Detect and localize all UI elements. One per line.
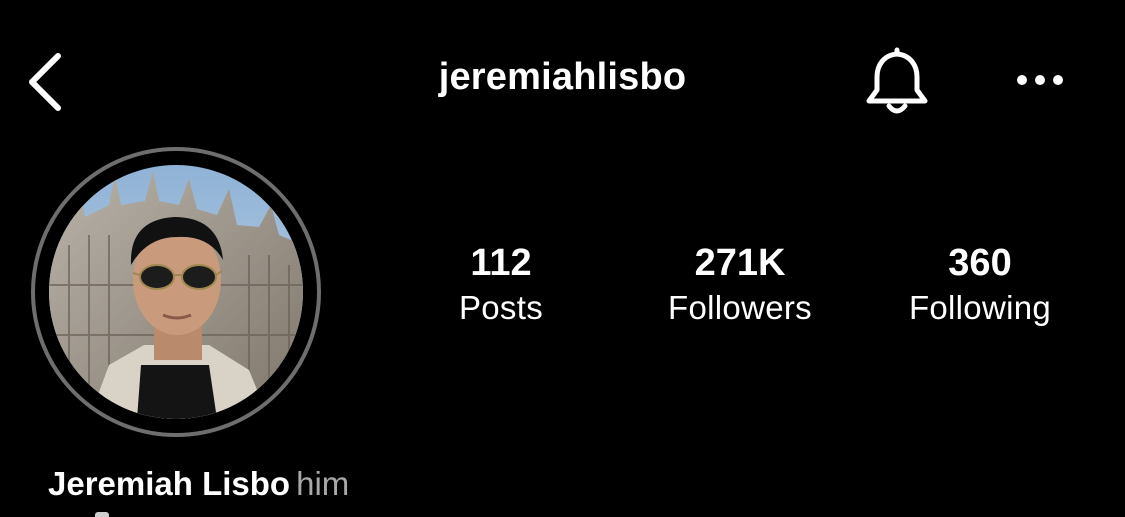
display-name: Jeremiah Lisbo <box>48 465 291 502</box>
profile-username: jeremiahlisbo <box>438 56 687 98</box>
following-label: Following <box>908 289 1052 326</box>
bell-icon <box>866 47 928 114</box>
followers-stat[interactable]: 271K Followers <box>620 240 860 330</box>
posts-stat[interactable]: 112 Posts <box>381 240 621 330</box>
profile-header: jeremiahlisbo <box>0 0 1125 160</box>
profile-photo <box>49 165 303 419</box>
posts-label: Posts <box>458 289 544 326</box>
pronouns: him <box>296 465 350 502</box>
posts-count: 112 <box>470 242 532 284</box>
more-options-button[interactable] <box>1008 58 1072 102</box>
following-stat[interactable]: 360 Following <box>860 240 1100 330</box>
following-count: 360 <box>948 242 1012 284</box>
followers-count: 271K <box>694 242 786 284</box>
followers-label: Followers <box>668 289 812 326</box>
bio-text-cutoff <box>95 512 109 517</box>
notifications-button[interactable] <box>860 44 934 118</box>
avatar[interactable] <box>49 165 303 419</box>
profile-name-line: Jeremiah Lisbo him <box>48 462 349 506</box>
more-horizontal-icon <box>1017 75 1063 85</box>
